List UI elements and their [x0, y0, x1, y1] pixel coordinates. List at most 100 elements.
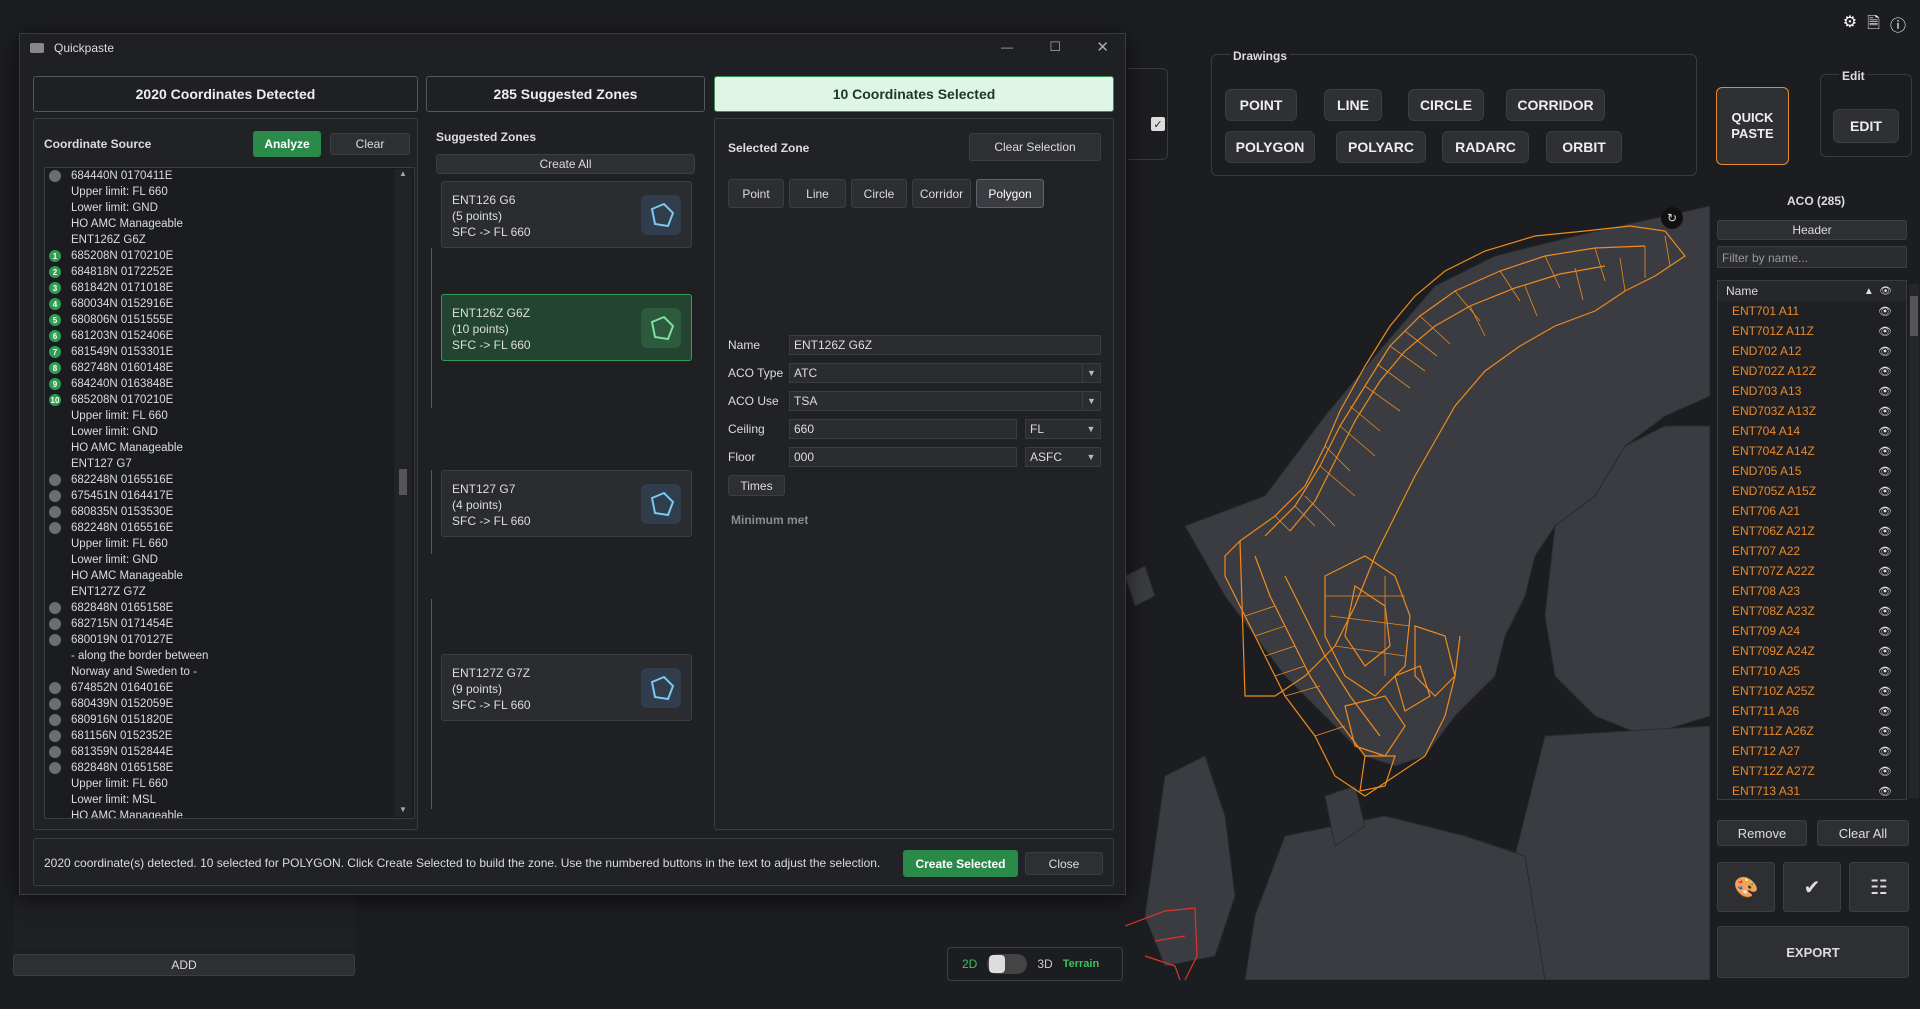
- floor-field[interactable]: 000: [789, 447, 1017, 467]
- selection-number-button[interactable]: 8: [49, 362, 61, 374]
- eye-icon[interactable]: 👁: [1878, 705, 1892, 718]
- aco-row[interactable]: ENT711Z A26Z 👁: [1718, 721, 1906, 741]
- unselected-marker[interactable]: [49, 618, 61, 630]
- ceiling-field[interactable]: 660: [789, 419, 1017, 439]
- point-button[interactable]: POINT: [1225, 89, 1297, 121]
- minimize-icon[interactable]: —: [1001, 40, 1013, 54]
- type-line-button[interactable]: Line: [789, 179, 846, 208]
- zone-card[interactable]: ENT127Z G7Z (9 points) SFC -> FL 660: [441, 654, 692, 721]
- info-icon[interactable]: ⓘ: [1890, 12, 1906, 39]
- quick-paste-button[interactable]: QUICK PASTE: [1716, 87, 1789, 165]
- unselected-marker[interactable]: [49, 714, 61, 726]
- selection-number-button[interactable]: 6: [49, 330, 61, 342]
- chevron-down-icon[interactable]: ▼: [1082, 420, 1100, 438]
- unselected-marker[interactable]: [49, 522, 61, 534]
- aco-row[interactable]: END703 A13 👁: [1718, 381, 1906, 401]
- aco-scrollbar[interactable]: [1909, 284, 1919, 798]
- eye-icon[interactable]: 👁: [1878, 365, 1892, 378]
- eye-icon[interactable]: 👁: [1878, 425, 1892, 438]
- type-polygon-button[interactable]: Polygon: [976, 179, 1044, 208]
- aco-row[interactable]: ENT712 A27 👁: [1718, 741, 1906, 761]
- eye-icon[interactable]: 👁: [1878, 305, 1892, 318]
- circle-button[interactable]: CIRCLE: [1408, 89, 1484, 121]
- unselected-marker[interactable]: [49, 698, 61, 710]
- edit-button[interactable]: EDIT: [1833, 109, 1899, 143]
- selection-number-button[interactable]: 7: [49, 346, 61, 358]
- analyze-button[interactable]: Analyze: [253, 131, 321, 157]
- aco-row[interactable]: ENT701 A11 👁: [1718, 301, 1906, 321]
- chevron-down-icon[interactable]: ▼: [1082, 392, 1100, 410]
- eye-icon[interactable]: 👁: [1878, 605, 1892, 618]
- selection-number-button[interactable]: 3: [49, 282, 61, 294]
- eye-icon[interactable]: 👁: [1878, 525, 1892, 538]
- source-scrollbar[interactable]: ▲ ▼: [394, 169, 412, 817]
- unselected-marker[interactable]: [49, 682, 61, 694]
- polygon-button[interactable]: POLYGON: [1225, 131, 1315, 163]
- checkbox[interactable]: ✓: [1151, 117, 1165, 131]
- aco-row[interactable]: ENT708 A23 👁: [1718, 581, 1906, 601]
- eye-icon[interactable]: 👁: [1878, 345, 1892, 358]
- eye-icon[interactable]: 👁: [1878, 325, 1892, 338]
- aco-row[interactable]: ENT712Z A27Z 👁: [1718, 761, 1906, 781]
- name-field[interactable]: ENT126Z G6Z: [789, 335, 1101, 355]
- type-corridor-button[interactable]: Corridor: [912, 179, 971, 208]
- eye-icon[interactable]: 👁: [1878, 505, 1892, 518]
- unselected-marker[interactable]: [49, 474, 61, 486]
- aco-row[interactable]: END702 A12 👁: [1718, 341, 1906, 361]
- clear-selection-button[interactable]: Clear Selection: [969, 133, 1101, 161]
- aco-use-select[interactable]: TSA ▼: [789, 391, 1101, 411]
- unselected-marker[interactable]: [49, 746, 61, 758]
- unselected-marker[interactable]: [49, 170, 61, 182]
- aco-row[interactable]: END702Z A12Z 👁: [1718, 361, 1906, 381]
- tab-detected[interactable]: 2020 Coordinates Detected: [33, 76, 418, 112]
- aco-row[interactable]: ENT707Z A22Z 👁: [1718, 561, 1906, 581]
- unselected-marker[interactable]: [49, 762, 61, 774]
- gear-icon[interactable]: ⚙: [1843, 12, 1857, 39]
- create-selected-button[interactable]: Create Selected: [903, 850, 1018, 877]
- view-toggle[interactable]: 2D 3D Terrain: [947, 947, 1123, 981]
- clear-all-button[interactable]: Clear All: [1817, 820, 1909, 846]
- aco-row[interactable]: ENT701Z A11Z 👁: [1718, 321, 1906, 341]
- terrain-label[interactable]: Terrain: [1063, 958, 1099, 970]
- line-button[interactable]: LINE: [1324, 89, 1382, 121]
- aco-row[interactable]: END705 A15 👁: [1718, 461, 1906, 481]
- aco-row[interactable]: ENT710 A25 👁: [1718, 661, 1906, 681]
- coordinate-text-area[interactable]: 684440N 0170411E Upper limit: FL 660 Lower…: [44, 167, 415, 819]
- eye-icon[interactable]: 👁: [1878, 665, 1892, 678]
- aco-type-select[interactable]: ATC ▼: [789, 363, 1101, 383]
- eye-icon[interactable]: 👁: [1878, 625, 1892, 638]
- radarc-button[interactable]: RADARC: [1442, 131, 1529, 163]
- zone-card[interactable]: ENT126 G6 (5 points) SFC -> FL 660: [441, 181, 692, 248]
- unselected-marker[interactable]: [49, 730, 61, 742]
- eye-icon[interactable]: 👁: [1878, 765, 1892, 778]
- eye-icon[interactable]: 👁: [1878, 485, 1892, 498]
- eye-icon[interactable]: 👁: [1878, 385, 1892, 398]
- aco-row[interactable]: END703Z A13Z 👁: [1718, 401, 1906, 421]
- zone-card[interactable]: ENT126Z G6Z (10 points) SFC -> FL 660: [441, 294, 692, 361]
- view-switch[interactable]: [987, 954, 1028, 974]
- filter-input[interactable]: Filter by name...: [1717, 246, 1907, 268]
- eye-icon[interactable]: 👁: [1878, 565, 1892, 578]
- selection-number-button[interactable]: 4: [49, 298, 61, 310]
- settings-sliders-icon[interactable]: ☷: [1849, 862, 1909, 912]
- tab-selected[interactable]: 10 Coordinates Selected: [714, 76, 1114, 112]
- polyarc-button[interactable]: POLYARC: [1336, 131, 1426, 163]
- eye-icon[interactable]: 👁: [1878, 545, 1892, 558]
- orbit-button[interactable]: ORBIT: [1546, 131, 1622, 163]
- export-button[interactable]: EXPORT: [1717, 926, 1909, 978]
- aco-row[interactable]: ENT710Z A25Z 👁: [1718, 681, 1906, 701]
- aco-row[interactable]: ENT707 A22 👁: [1718, 541, 1906, 561]
- close-icon[interactable]: ✕: [1096, 38, 1109, 56]
- col-name[interactable]: Name: [1726, 284, 1758, 298]
- type-circle-button[interactable]: Circle: [851, 179, 907, 208]
- chevron-down-icon[interactable]: ▼: [1082, 364, 1100, 382]
- zone-card[interactable]: ENT127 G7 (4 points) SFC -> FL 660: [441, 470, 692, 537]
- close-button[interactable]: Close: [1025, 852, 1103, 875]
- eye-icon[interactable]: 👁: [1878, 585, 1892, 598]
- remove-button[interactable]: Remove: [1717, 820, 1807, 846]
- refresh-icon[interactable]: ↻: [1661, 207, 1683, 229]
- aco-row[interactable]: ENT706Z A21Z 👁: [1718, 521, 1906, 541]
- eye-icon[interactable]: 👁: [1878, 685, 1892, 698]
- maximize-icon[interactable]: ☐: [1049, 39, 1061, 55]
- aco-row[interactable]: ENT713 A31 👁: [1718, 781, 1906, 799]
